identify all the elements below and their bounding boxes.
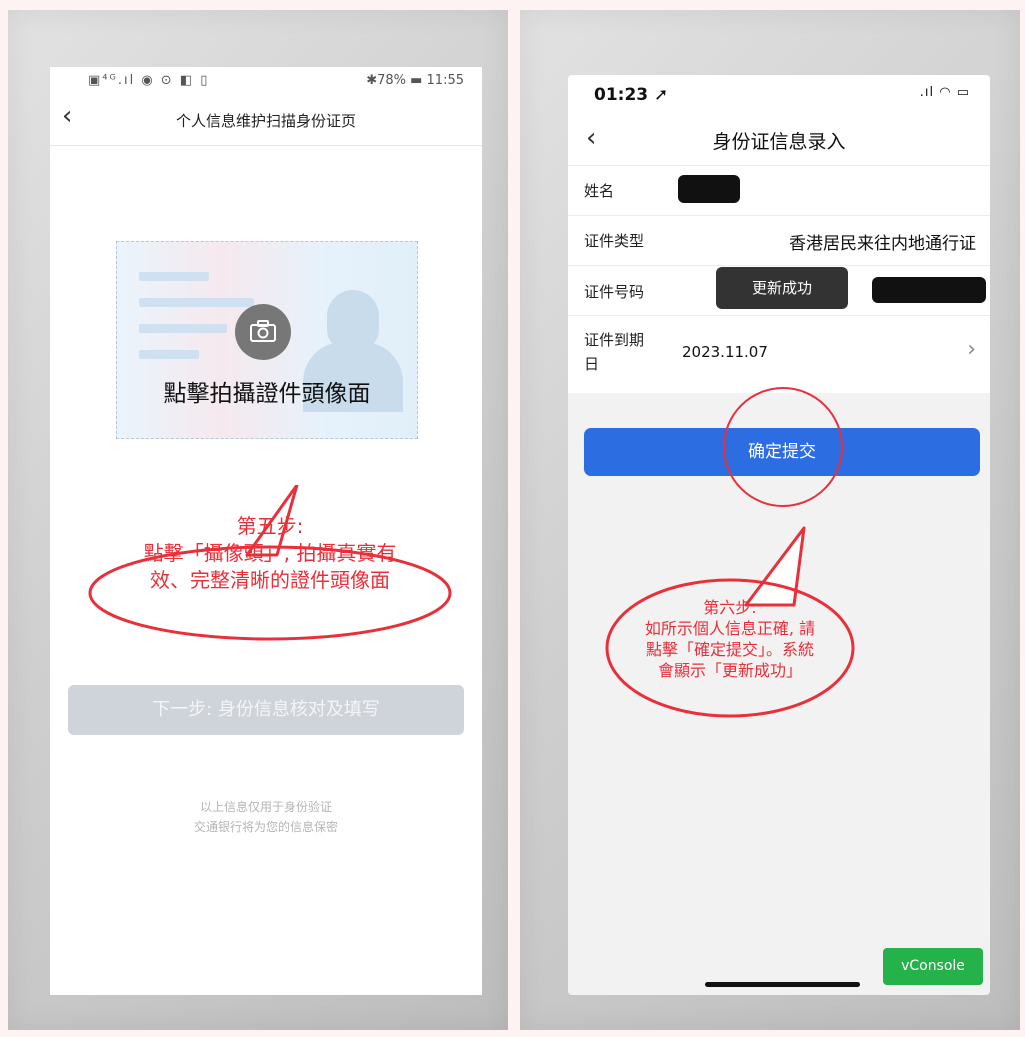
annotation-text-step6: 第六步: 如所示個人信息正確, 請 點擊「確定提交」。系統 會顯示「更新成功」: [608, 597, 852, 681]
annotation-line: 點擊「確定提交」。系統: [645, 640, 814, 659]
nav-bar: ‹ 个人信息维护扫描身份证页: [50, 95, 482, 146]
annotation-line: 第六步:: [703, 598, 757, 617]
status-icons: ▣⁴ᴳ.ıl ◉ ⊙ ◧ ▯: [88, 73, 210, 88]
vconsole-button[interactable]: vConsole: [883, 948, 983, 985]
annotation-line: 第五步:: [236, 514, 304, 538]
battery-time: ✱78% ▬ 11:55: [366, 73, 464, 88]
annotation-line: 如所示個人信息正確, 請: [644, 619, 816, 638]
portrait-silhouette-head: [327, 290, 379, 350]
privacy-note: 以上信息仅用于身份验证 交通银行将为您的信息保密: [50, 797, 482, 837]
page-title: 个人信息维护扫描身份证页: [175, 112, 356, 130]
annotation-bubble-right: [605, 387, 855, 718]
home-indicator[interactable]: [705, 982, 860, 987]
right-phone-screen: 01:23 ➚ .ıl ◠ ▭ ‹ 身份证信息录入 姓名 证件类型 香港居民来往…: [568, 75, 990, 995]
id-card-line: [139, 324, 227, 333]
annotation-text-step5: 第五步: 點擊「攝像頭」, 拍攝真實有 效、完整清晰的證件頭像面: [70, 513, 470, 594]
privacy-note-line: 交通银行将为您的信息保密: [193, 820, 338, 834]
status-bar: ▣⁴ᴳ.ıl ◉ ⊙ ◧ ▯ ✱78% ▬ 11:55: [50, 67, 482, 95]
id-card-line: [139, 350, 199, 359]
id-capture-label: 點擊拍攝證件頭像面: [163, 381, 371, 407]
camera-icon[interactable]: [235, 304, 291, 360]
id-card-line: [139, 272, 209, 281]
annotation-line: 點擊「攝像頭」, 拍攝真實有: [143, 541, 397, 565]
id-card-capture-area[interactable]: 點擊拍攝證件頭像面: [116, 241, 418, 439]
annotation-line: 會顯示「更新成功」: [657, 661, 802, 680]
next-step-button[interactable]: 下一步: 身份信息核对及填写: [68, 685, 464, 735]
privacy-note-line: 以上信息仅用于身份验证: [199, 800, 332, 814]
id-card-line: [139, 298, 254, 307]
left-phone-screen: ▣⁴ᴳ.ıl ◉ ⊙ ◧ ▯ ✱78% ▬ 11:55 ‹ 个人信息维护扫描身份…: [50, 67, 482, 995]
annotation-line: 效、完整清晰的證件頭像面: [150, 568, 390, 592]
